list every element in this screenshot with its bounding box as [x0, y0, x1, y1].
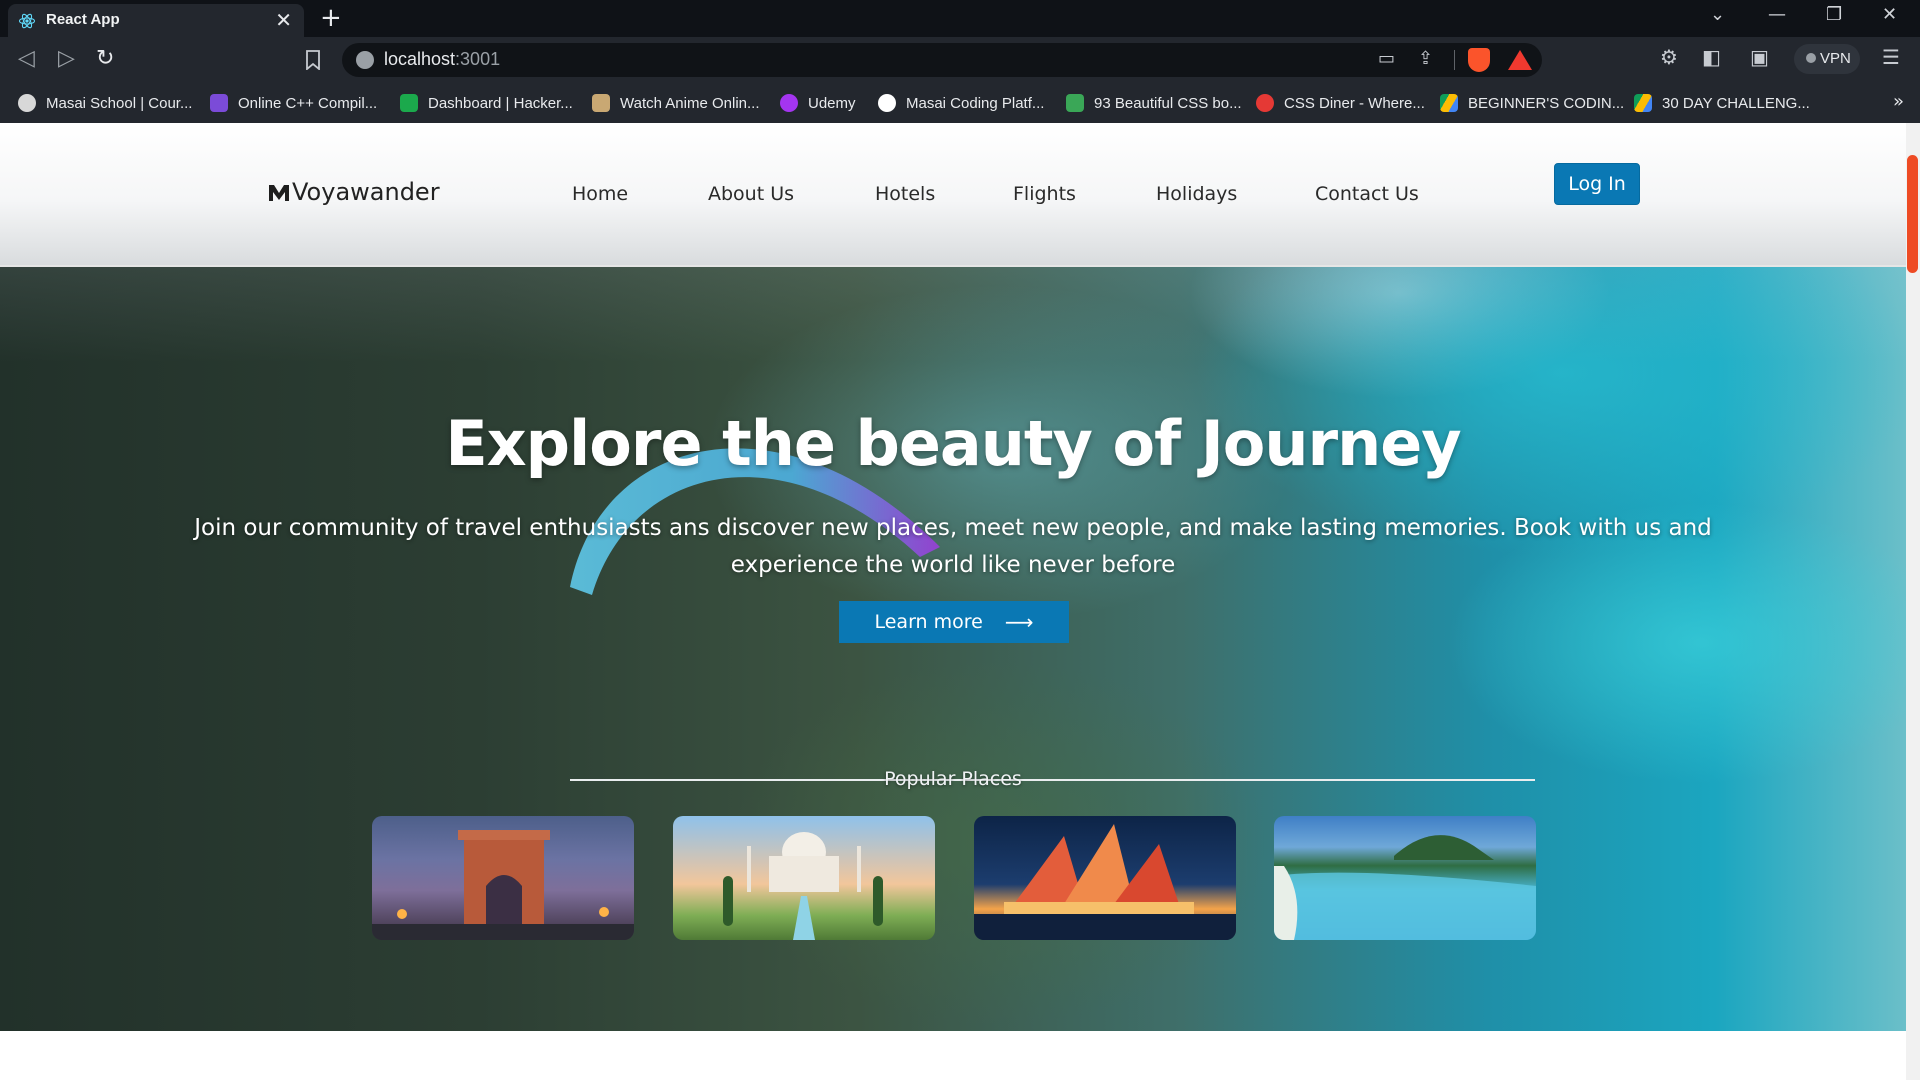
site-info-icon[interactable] — [356, 51, 374, 69]
cast-icon[interactable]: ▭ — [1378, 48, 1395, 69]
tropical-island-image[interactable] — [1274, 816, 1536, 940]
login-button[interactable]: Log In — [1554, 163, 1640, 205]
bookmark-item[interactable]: Masai School | Cour... — [18, 92, 192, 114]
wallet-icon[interactable]: ▣ — [1750, 45, 1769, 69]
bookmark-label: 93 Beautiful CSS bo... — [1094, 94, 1242, 112]
css-icon — [1066, 94, 1084, 112]
close-tab-icon[interactable]: ✕ — [275, 8, 292, 32]
page-below-fold — [0, 1031, 1906, 1080]
bookmark-item[interactable]: 30 DAY CHALLENG... — [1634, 92, 1810, 114]
share-icon[interactable]: ⇪ — [1418, 48, 1433, 69]
india-gate-illustration — [372, 830, 634, 940]
bookmarks-bar: Masai School | Cour... Online C++ Compil… — [0, 83, 1920, 123]
brave-shields-icon[interactable] — [1468, 48, 1490, 72]
bookmark-label: Masai Coding Platf... — [906, 94, 1045, 112]
island-illustration — [1274, 835, 1536, 940]
nav-home[interactable]: Home — [572, 183, 628, 205]
vpn-button[interactable]: VPN — [1794, 44, 1860, 74]
sydney-opera-house-image[interactable] — [974, 816, 1236, 940]
sidebar-icon[interactable]: ◧ — [1702, 45, 1721, 69]
react-icon — [18, 13, 36, 29]
page-viewport: Voyawander Home About Us Hotels Flights … — [0, 123, 1920, 1080]
restore-icon[interactable]: ❐ — [1826, 4, 1842, 25]
bookmark-item[interactable]: Dashboard | Hacker... — [400, 92, 573, 114]
logo-m-icon — [269, 185, 289, 201]
india-gate-image[interactable] — [372, 816, 634, 940]
omnibox-divider — [1454, 50, 1455, 70]
site-logo[interactable]: Voyawander — [268, 178, 440, 206]
nav-hotels[interactable]: Hotels — [875, 183, 935, 205]
close-window-icon[interactable]: ✕ — [1882, 4, 1897, 25]
anime-icon — [592, 94, 610, 112]
hero-subtitle: Join our community of travel enthusiasts… — [194, 515, 1712, 578]
taj-mahal-illustration — [723, 832, 883, 940]
extensions-icon[interactable]: ⚙ — [1660, 45, 1678, 69]
bookmark-item[interactable]: CSS Diner - Where... — [1256, 92, 1425, 114]
learn-more-button[interactable]: Learn more ⟶ — [839, 601, 1069, 643]
bookmark-label: Dashboard | Hacker... — [428, 94, 573, 112]
bookmark-label: 30 DAY CHALLENG... — [1662, 94, 1810, 112]
bookmark-label: CSS Diner - Where... — [1284, 94, 1425, 112]
forward-icon[interactable]: ▷ — [58, 46, 75, 71]
browser-tab-strip: React App ✕ + ⌄ — ❐ ✕ — [0, 0, 1920, 37]
opera-house-illustration — [974, 824, 1236, 940]
nav-flights[interactable]: Flights — [1013, 183, 1076, 205]
address-bar[interactable]: localhost:3001 ▭ ⇪ — [342, 43, 1542, 77]
scrollbar-thumb[interactable] — [1907, 155, 1918, 273]
drive-icon — [1634, 94, 1652, 112]
bookmark-label: Online C++ Compil... — [238, 94, 378, 112]
taj-mahal-image[interactable] — [673, 816, 935, 940]
more-bookmarks-icon[interactable]: » — [1893, 91, 1904, 112]
bookmark-label: Udemy — [808, 94, 856, 112]
nav-holidays[interactable]: Holidays — [1156, 183, 1237, 205]
nav-about-us[interactable]: About Us — [708, 183, 794, 205]
diner-icon — [1256, 94, 1274, 112]
new-tab-icon[interactable]: + — [320, 3, 342, 33]
url-port: :3001 — [455, 49, 501, 69]
popular-places-heading: Popular Places — [884, 768, 1022, 790]
url-host: localhost — [384, 49, 456, 69]
learn-more-label: Learn more — [874, 611, 983, 633]
hero-title: Explore the beauty of Journey — [445, 407, 1461, 480]
browser-toolbar: ◁ ▷ ↻ localhost:3001 ▭ ⇪ ⚙ ◧ ▣ VPN ☰ — [0, 37, 1920, 83]
vpn-status-icon — [1806, 53, 1816, 63]
hackerrank-icon — [400, 94, 418, 112]
bookmark-label: Masai School | Cour... — [46, 94, 193, 112]
bookmark-icon[interactable] — [305, 50, 321, 70]
tab-search-chevron-icon[interactable]: ⌄ — [1710, 4, 1725, 25]
bookmark-item[interactable]: Udemy — [780, 92, 856, 114]
back-icon[interactable]: ◁ — [18, 46, 35, 71]
bookmark-label: BEGINNER'S CODIN... — [1468, 94, 1625, 112]
udemy-icon — [780, 94, 798, 112]
drive-icon — [1440, 94, 1458, 112]
reload-icon[interactable]: ↻ — [96, 46, 114, 71]
bookmark-label: Watch Anime Onlin... — [620, 94, 760, 112]
bookmark-item[interactable]: Online C++ Compil... — [210, 92, 377, 114]
tab-title: React App — [46, 11, 120, 28]
site-header: Voyawander Home About Us Hotels Flights … — [0, 123, 1906, 267]
globe-icon — [18, 94, 36, 112]
arrow-right-icon: ⟶ — [1004, 610, 1034, 634]
logo-text: Voyawander — [292, 178, 440, 206]
url-text: localhost:3001 — [384, 49, 500, 70]
nav-contact-us[interactable]: Contact Us — [1315, 183, 1419, 205]
browser-tab-active[interactable]: React App ✕ — [8, 4, 304, 37]
minimize-icon[interactable]: — — [1768, 4, 1786, 25]
vpn-label: VPN — [1820, 50, 1851, 67]
bolt-icon — [210, 94, 228, 112]
bookmark-item[interactable]: Masai Coding Platf... — [878, 92, 1044, 114]
brave-rewards-icon[interactable] — [1508, 50, 1532, 70]
bookmark-item[interactable]: 93 Beautiful CSS bo... — [1066, 92, 1242, 114]
bookmark-item[interactable]: BEGINNER'S CODIN... — [1440, 92, 1624, 114]
menu-icon[interactable]: ☰ — [1882, 45, 1900, 69]
bookmark-item[interactable]: Watch Anime Onlin... — [592, 92, 760, 114]
masai-icon — [878, 94, 896, 112]
